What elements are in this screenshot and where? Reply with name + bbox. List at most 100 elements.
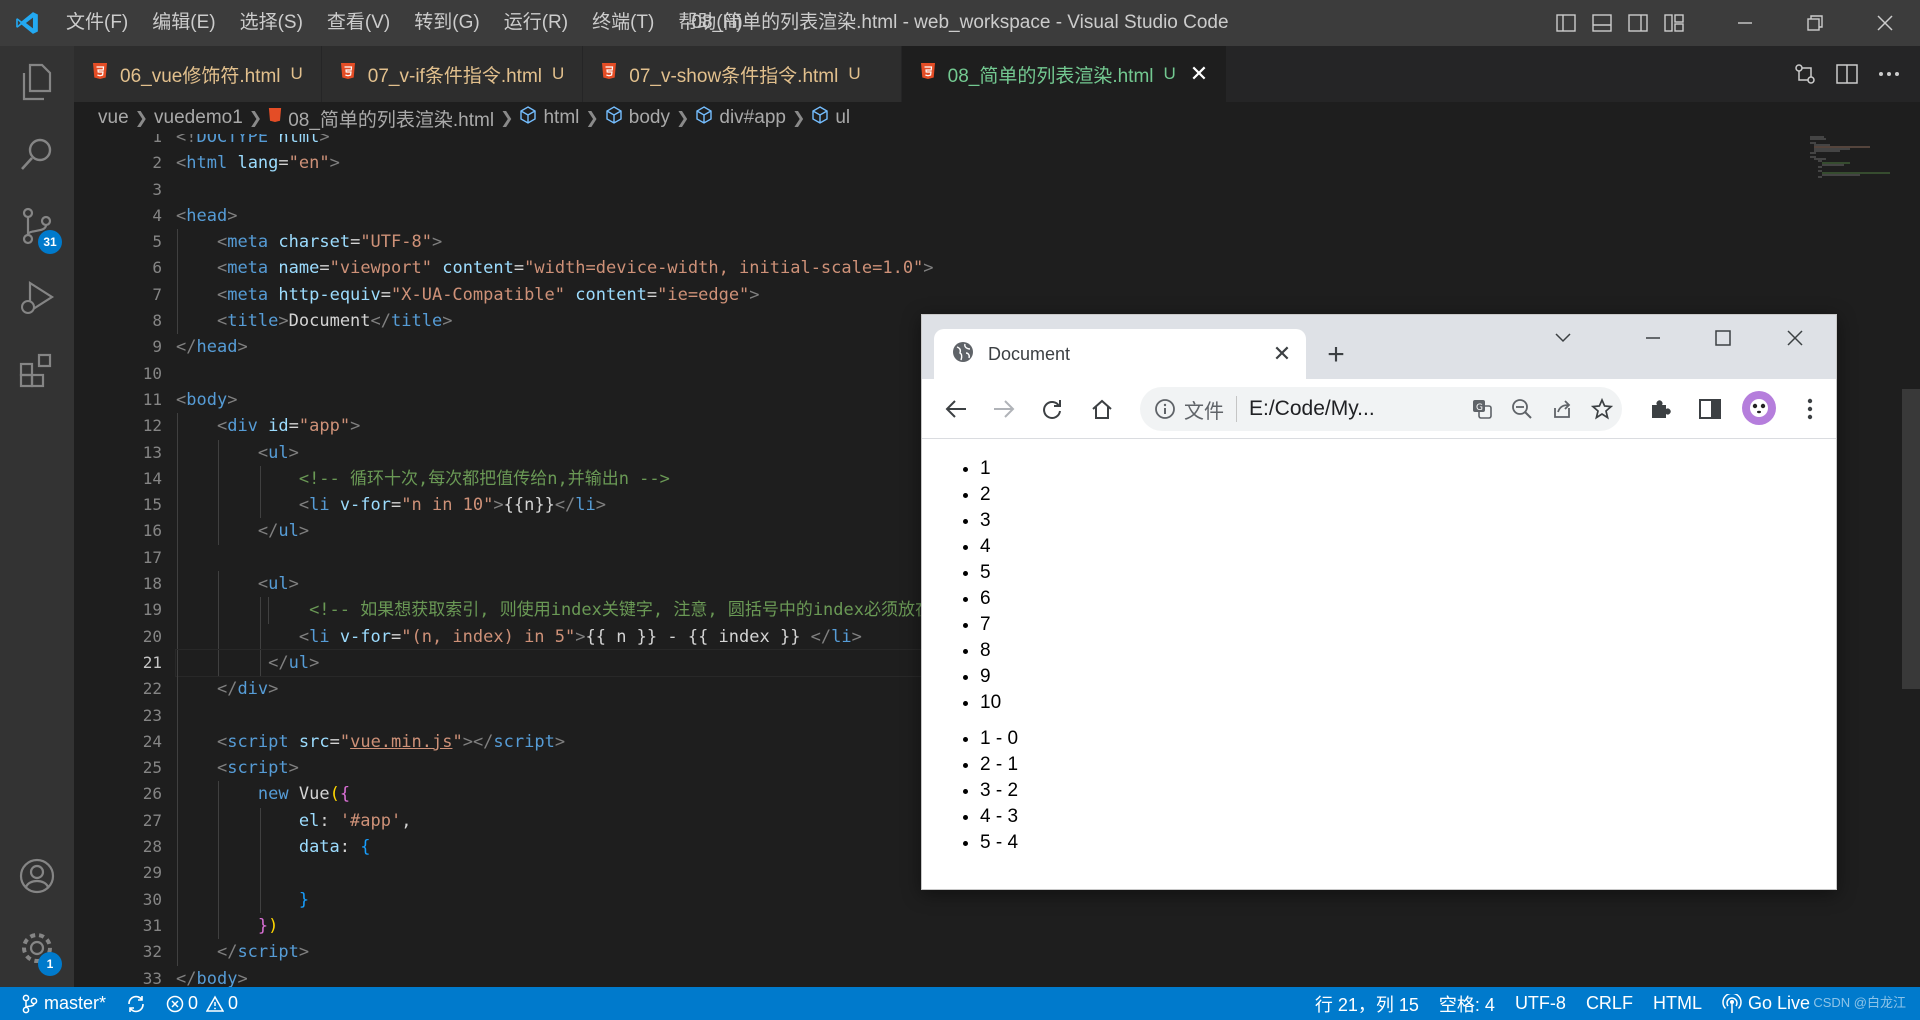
close-tab-icon[interactable]: ✕: [1264, 336, 1300, 372]
share-icon[interactable]: [1542, 398, 1582, 420]
browser-toolbar: 文件 E:/Code/My... G: [922, 379, 1836, 439]
chevron-right-icon: ❯: [500, 110, 514, 127]
side-panel-icon[interactable]: [1690, 389, 1730, 429]
tab-search-chevron-icon[interactable]: [1528, 315, 1598, 361]
extensions-icon[interactable]: [0, 334, 74, 406]
git-branch-icon: [22, 994, 38, 1014]
scrollbar-thumb[interactable]: [1902, 389, 1920, 689]
html5-icon: [920, 62, 936, 86]
browser-minimize-button[interactable]: [1618, 315, 1688, 361]
vscode-logo-icon: [0, 0, 54, 46]
line-number: 22: [142, 679, 162, 699]
zoom-out-icon[interactable]: [1502, 398, 1542, 420]
tab-08-list-rendering[interactable]: 08_简单的列表渲染.html U ✕: [901, 46, 1228, 102]
search-icon[interactable]: [0, 118, 74, 190]
breadcrumb-label: div#app: [719, 107, 786, 128]
more-actions-icon[interactable]: [1868, 46, 1910, 102]
breadcrumb-item[interactable]: vue: [98, 107, 129, 129]
forward-arrow-icon[interactable]: [984, 389, 1024, 429]
cursor-position[interactable]: 行 21，列 15: [1305, 987, 1429, 1020]
symbol-element-icon: [605, 106, 623, 130]
tab-07-v-show[interactable]: 07_v-show条件指令.html U: [583, 46, 902, 102]
customize-layout-button[interactable]: [1656, 0, 1692, 46]
code-line: </body>: [176, 968, 248, 988]
menu-help[interactable]: 帮助(H): [666, 7, 754, 39]
rendered-list-2: 1 - 02 - 13 - 24 - 35 - 4: [980, 726, 1836, 856]
line-number: 31: [142, 915, 162, 935]
menu-edit[interactable]: 编辑(E): [140, 7, 227, 39]
breadcrumb-item[interactable]: body: [605, 106, 670, 130]
vertical-scrollbar[interactable]: [1902, 134, 1920, 987]
close-tab-icon[interactable]: ✕: [1190, 61, 1208, 87]
code-line: </script>: [176, 939, 1826, 966]
code-line: <html lang="en">: [176, 153, 340, 174]
menu-selection[interactable]: 选择(S): [228, 7, 315, 39]
line-number-gutter: 1 2 3 4 5 6 7 8 9 10 11 12 13 14 15 16 17 18 19 20 21 22 23 24 2…: [74, 134, 174, 987]
minimize-button[interactable]: [1710, 0, 1780, 46]
menu-file[interactable]: 文件(F): [54, 7, 140, 39]
eol-status[interactable]: CRLF: [1576, 987, 1643, 1020]
open-changes-icon[interactable]: [1784, 46, 1826, 102]
source-control-icon[interactable]: 31: [0, 190, 74, 262]
account-icon[interactable]: [0, 840, 74, 912]
list-item: 10: [980, 690, 1836, 716]
run-debug-icon[interactable]: [0, 262, 74, 334]
list-item: 4: [980, 534, 1836, 560]
menu-go[interactable]: 转到(G): [402, 7, 491, 39]
toggle-secondary-sidebar-button[interactable]: [1620, 0, 1656, 46]
untracked-indicator: U: [848, 64, 861, 83]
indentation-status[interactable]: 空格: 4: [1429, 987, 1505, 1020]
toggle-panel-button[interactable]: [1584, 0, 1620, 46]
language-mode[interactable]: HTML: [1643, 987, 1712, 1020]
branch-status[interactable]: master*: [0, 987, 116, 1020]
list-item: 1 - 0: [980, 726, 1836, 752]
line-number: 15: [142, 495, 162, 515]
breadcrumb-item[interactable]: 08_简单的列表渲染.html: [268, 105, 494, 132]
extensions-puzzle-icon[interactable]: [1640, 389, 1680, 429]
menu-run[interactable]: 运行(R): [492, 7, 580, 39]
html5-icon: [340, 62, 356, 86]
bookmark-star-icon[interactable]: [1582, 398, 1622, 420]
new-tab-button[interactable]: +: [1316, 335, 1356, 375]
encoding-status[interactable]: UTF-8: [1505, 987, 1576, 1020]
browser-tab[interactable]: Document ✕: [934, 329, 1306, 379]
browser-close-button[interactable]: [1760, 315, 1830, 361]
browser-maximize-button[interactable]: [1688, 315, 1758, 361]
sync-icon[interactable]: [116, 987, 156, 1020]
reload-icon[interactable]: [1032, 389, 1072, 429]
error-count: 0: [188, 993, 199, 1013]
address-bar[interactable]: 文件 E:/Code/My... G: [1140, 387, 1622, 431]
line-number: 4: [152, 205, 162, 225]
restore-button[interactable]: [1780, 0, 1850, 46]
tab-06-vue-modifiers[interactable]: 06_vue修饰符.html U: [74, 46, 322, 102]
url-text[interactable]: E:/Code/My...: [1249, 397, 1462, 421]
menu-terminal[interactable]: 终端(T): [580, 7, 666, 39]
back-arrow-icon[interactable]: [936, 389, 976, 429]
list-item: 5 - 4: [980, 830, 1836, 856]
site-info-label[interactable]: 文件: [1184, 395, 1224, 424]
chevron-right-icon: ❯: [248, 110, 263, 127]
line-number: 24: [142, 731, 162, 751]
tab-label: 07_v-if条件指令.html: [367, 65, 542, 87]
info-icon[interactable]: [1154, 398, 1176, 420]
toggle-primary-sidebar-button[interactable]: [1548, 0, 1584, 46]
breadcrumb-item[interactable]: div#app: [695, 106, 786, 130]
close-window-button[interactable]: [1850, 0, 1920, 46]
home-icon[interactable]: [1082, 389, 1122, 429]
breadcrumb-item[interactable]: vuedemo1: [154, 107, 243, 129]
line-number: 26: [142, 784, 162, 804]
manage-gear-icon[interactable]: 1: [0, 912, 74, 984]
tab-07-v-if[interactable]: 07_v-if条件指令.html U: [321, 46, 584, 102]
menu-view[interactable]: 查看(V): [315, 7, 402, 39]
split-editor-icon[interactable]: [1826, 46, 1868, 102]
breadcrumb-item[interactable]: ul: [811, 106, 850, 130]
profile-avatar[interactable]: [1742, 391, 1776, 425]
breadcrumb-item[interactable]: html: [519, 106, 579, 130]
code-line: <meta charset="UTF-8">: [176, 229, 1826, 256]
list-item: 9: [980, 664, 1836, 690]
explorer-icon[interactable]: [0, 46, 74, 118]
code-line: <!DOCTYPE html>: [176, 134, 330, 147]
translate-icon[interactable]: G: [1462, 398, 1502, 420]
browser-menu-icon[interactable]: [1790, 389, 1830, 429]
problems-status[interactable]: 0 0: [156, 987, 248, 1020]
